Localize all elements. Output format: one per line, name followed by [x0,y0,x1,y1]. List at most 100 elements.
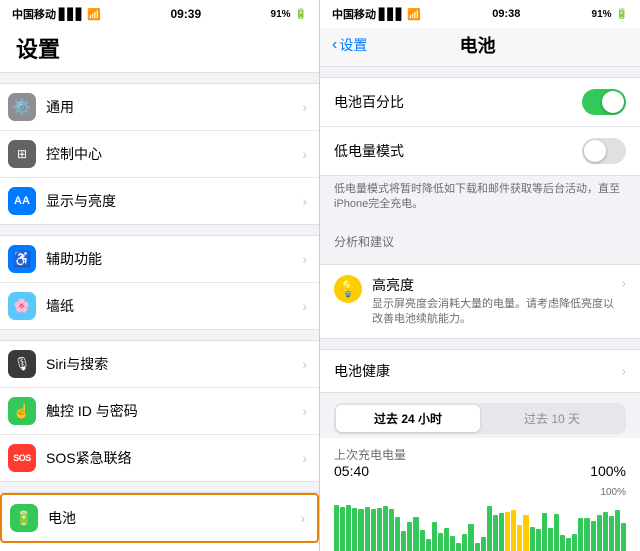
signal-icon: ▋▋▋ [379,8,404,21]
control-center-icon: ⊞ [8,140,36,168]
siri-icon: 🎙 [8,350,36,378]
chart-bar [487,506,492,551]
chart-bar [530,527,535,551]
low-power-item[interactable]: 低电量模式 [320,127,640,175]
chart-bar [511,510,516,551]
chevron-icon: › [302,146,307,162]
suggestion-item[interactable]: 💡 高亮度 显示屏亮度会消耗大量的电量。请考虑降低亮度以改善电池续航能力。 › [320,265,640,338]
chart-bar [536,529,541,551]
chart-bar [365,507,370,551]
chevron-icon: › [621,363,626,379]
chart-bar [560,535,565,551]
chart-bar [493,515,498,551]
left-battery: 91% 🔋 [271,9,307,20]
right-nav-bar: ‹ 设置 电池 [320,28,640,67]
faceid-icon: ☝ [8,397,36,425]
chart-bar [407,522,412,551]
chart-bar [401,531,406,551]
settings-item-accessibility[interactable]: ♿ 辅助功能 › [0,236,319,283]
back-chevron-icon: ‹ [332,36,337,54]
left-status-bar: 中国移动 ▋▋▋ 📶 09:39 91% 🔋 [0,0,319,28]
settings-item-control-center[interactable]: ⊞ 控制中心 › [0,131,319,178]
chart-bar [413,517,418,551]
chart-bar [346,505,351,551]
settings-item-display[interactable]: AA 显示与亮度 › [0,178,319,224]
settings-group-3: 🎙 Siri与搜索 › ☝ 触控 ID 与密码 › SOS SOS紧急联络 › [0,340,319,482]
right-page-title: 电池 [367,32,588,58]
chart-bar [426,539,431,551]
sos-icon: SOS [8,444,36,472]
settings-item-general[interactable]: ⚙️ 通用 › [0,84,319,131]
chart-bar [609,516,614,551]
chart-bar [615,510,620,551]
low-power-description: 低电量模式将暂时降低如下载和邮件获取等后台活动，直至iPhone完全充电。 [320,176,640,223]
settings-item-siri[interactable]: 🎙 Siri与搜索 › [0,341,319,388]
analysis-section-header: 分析和建议 [320,223,640,254]
chevron-icon: › [302,298,307,314]
chevron-icon: › [302,356,307,372]
right-status-bar: 中国移动 ▋▋▋ 📶 09:38 91% 🔋 [320,0,640,28]
display-icon: AA [8,187,36,215]
chart-bar [554,514,559,551]
chart-bar [572,534,577,551]
chart-bar [468,524,473,551]
settings-item-battery[interactable]: 🔋 电池 › [0,493,319,543]
chart-bar [389,509,394,551]
battery-chart: 100% jingyanzong jie.com [320,483,640,551]
chart-bar [395,517,400,551]
chart-bar [352,508,357,551]
settings-item-privacy[interactable]: ✋ 隐私 › [0,543,319,551]
settings-group-2: ♿ 辅助功能 › 🌸 墙纸 › [0,235,319,330]
settings-group-4: 🔋 电池 › ✋ 隐私 › [0,492,319,551]
battery-menu-icon: 🔋 [10,504,38,532]
accessibility-icon: ♿ [8,245,36,273]
low-power-toggle[interactable] [582,138,626,164]
chevron-icon: › [302,403,307,419]
right-time: 09:38 [492,8,520,20]
back-button[interactable]: ‹ 设置 [332,35,367,55]
chart-bar [340,507,345,551]
battery-health-item[interactable]: 电池健康 › [320,350,640,392]
chart-bar [542,513,547,551]
chart-bar [591,521,596,551]
tab-10d[interactable]: 过去 10 天 [480,405,624,432]
chart-bar [548,528,553,551]
right-phone: 中国移动 ▋▋▋ 📶 09:38 91% 🔋 ‹ 设置 电池 电池百分比 低电量… [320,0,640,551]
chart-bar [481,537,486,551]
right-carrier: 中国移动 ▋▋▋ 📶 [332,6,421,22]
chart-bar [456,543,461,551]
general-icon: ⚙️ [8,93,36,121]
chart-bar [444,528,449,551]
settings-item-wallpaper[interactable]: 🌸 墙纸 › [0,283,319,329]
chart-bars [334,500,626,551]
right-battery: 91% 🔋 [592,9,628,20]
left-page-title-bar: 设置 [0,28,319,73]
chart-bar [578,518,583,551]
chart-bar [334,505,339,551]
chart-bar [358,509,363,551]
left-page-title: 设置 [16,32,303,64]
chart-bar [603,512,608,551]
left-carrier: 中国移动 ▋▋▋ 📶 [12,6,101,22]
tab-24h[interactable]: 过去 24 小时 [336,405,480,432]
chart-bar [499,513,504,551]
chart-bar [475,543,480,551]
left-time: 09:39 [170,7,201,21]
wifi-icon: 📶 [87,8,101,21]
suggestion-content: 高亮度 显示屏亮度会消耗大量的电量。请考虑降低亮度以改善电池续航能力。 [372,275,615,328]
chevron-icon: › [302,193,307,209]
wifi-icon: 📶 [407,8,421,21]
settings-item-faceid[interactable]: ☝ 触控 ID 与密码 › [0,388,319,435]
chart-bar [438,533,443,551]
chart-top-label: 100% [334,487,626,498]
right-content: 电池百分比 低电量模式 低电量模式将暂时降低如下载和邮件获取等后台活动，直至iP… [320,67,640,551]
chevron-icon: › [302,450,307,466]
chart-bar [383,506,388,551]
battery-health-group: 电池健康 › [320,349,640,393]
battery-pct-item[interactable]: 电池百分比 [320,78,640,127]
battery-pct-toggle[interactable] [582,89,626,115]
wallpaper-icon: 🌸 [8,292,36,320]
suggestion-group: 💡 高亮度 显示屏亮度会消耗大量的电量。请考虑降低亮度以改善电池续航能力。 › [320,264,640,339]
battery-icon: 🔋 [295,9,307,20]
settings-item-sos[interactable]: SOS SOS紧急联络 › [0,435,319,481]
